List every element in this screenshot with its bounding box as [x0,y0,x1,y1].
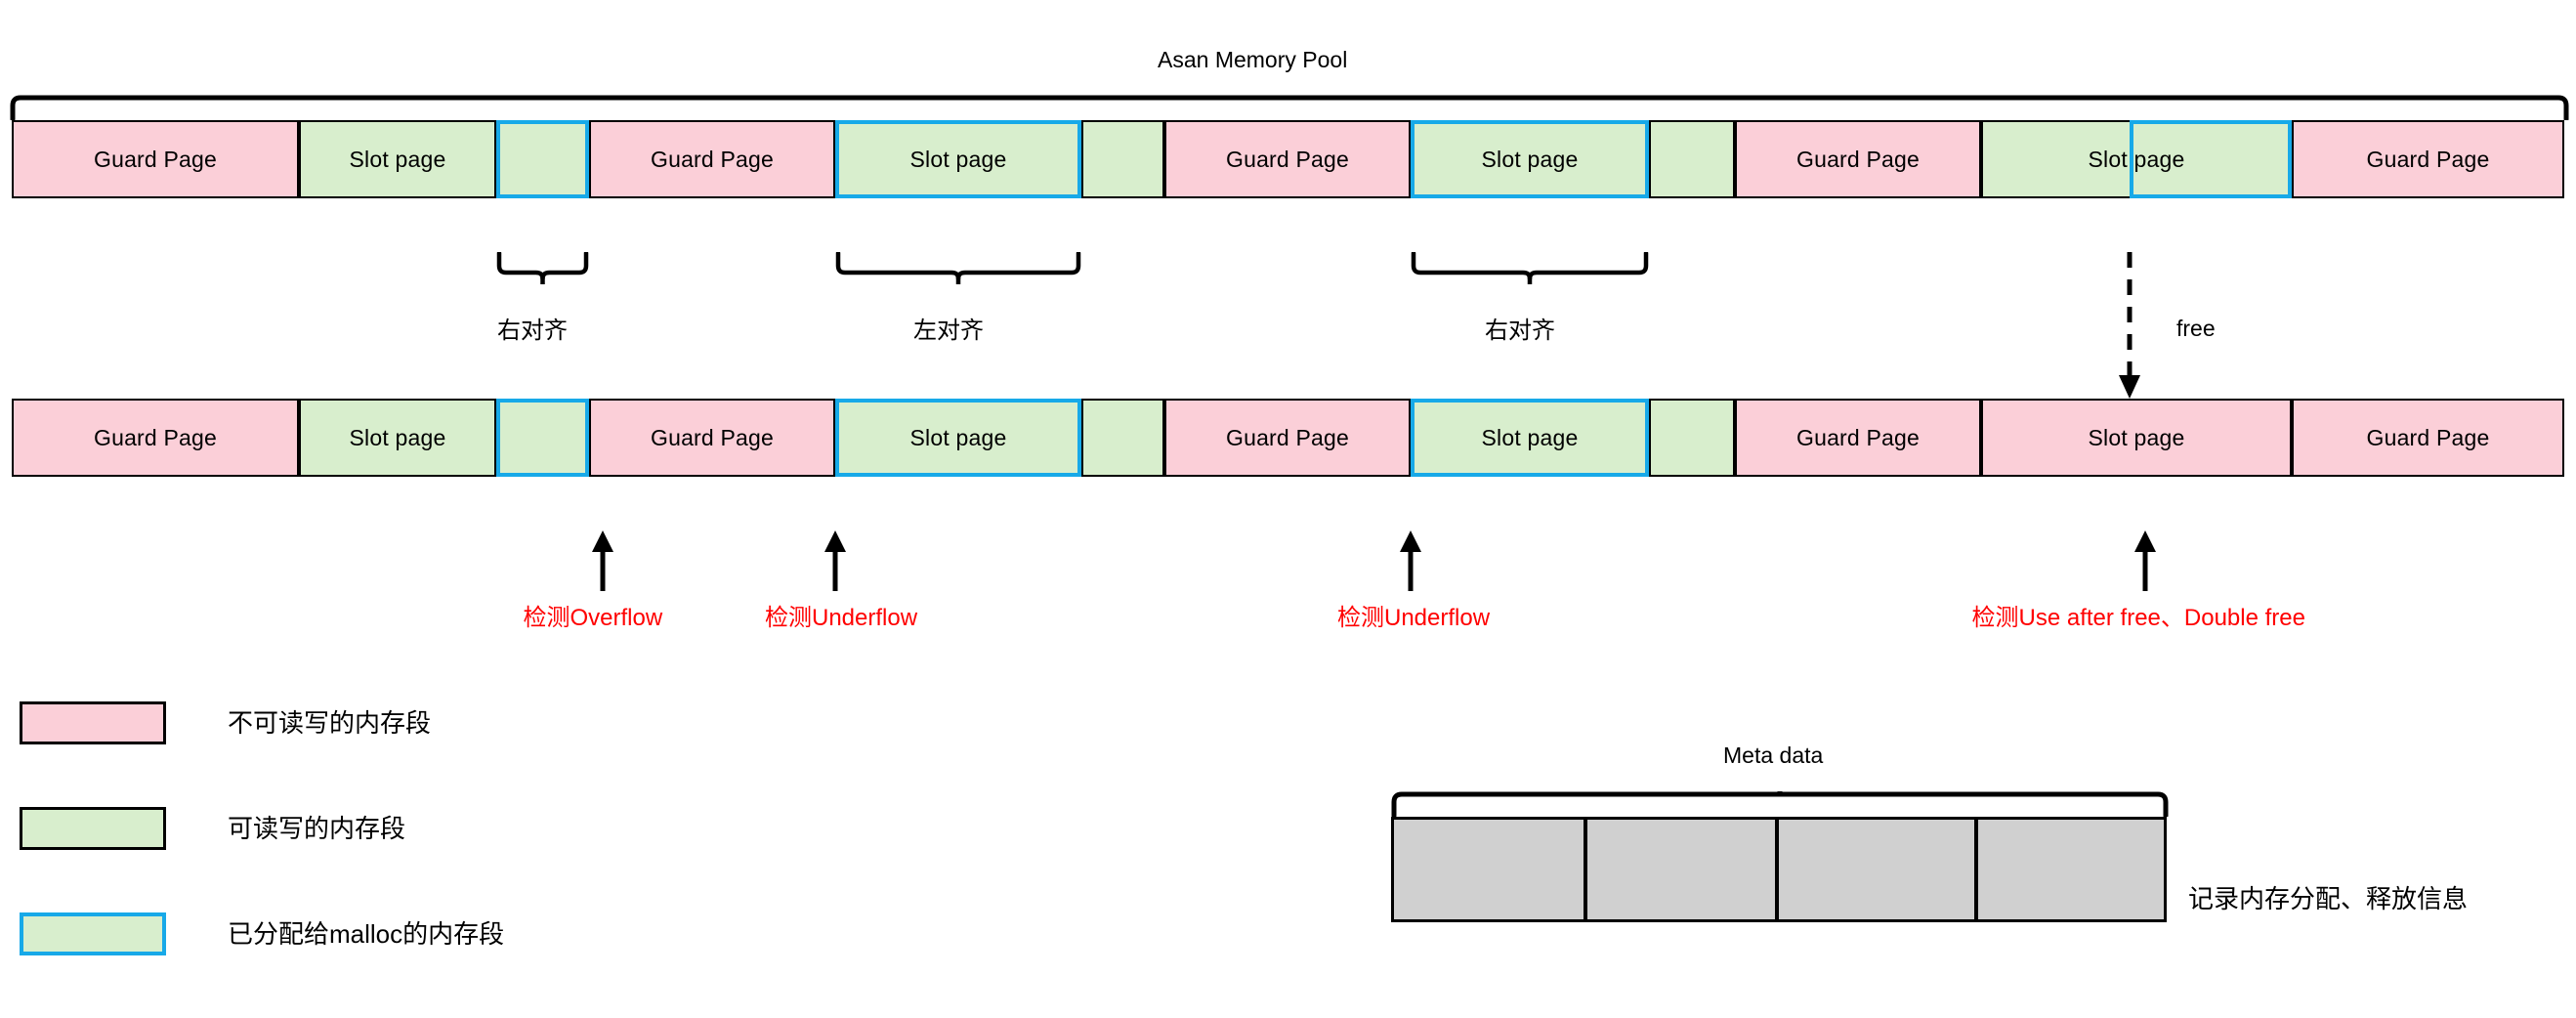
align-label-left-1-bracket [835,250,1081,290]
memory-cell-slot-unlabeled [1649,399,1735,477]
align-label-right-2: 右对齐 [1485,318,1555,344]
memory-cell-guard: Slot page [1981,399,2292,477]
align-label-left-1: 左对齐 [913,318,984,344]
meta-data-note: 记录内存分配、释放信息 [2188,884,2469,913]
memory-cell-slot: Slot page [835,399,1081,477]
memory-cell-label: Slot page [909,424,1007,450]
detect-overflow-label: 检测Overflow [523,605,663,631]
memory-cell-label: Slot page [349,146,446,172]
memory-cell-label: Slot page [1481,146,1579,172]
memory-cell-slot: Slot page [299,120,496,198]
memory-cell-slot: Slot page [1981,120,2292,198]
memory-cell-label: Slot page [2088,424,2185,450]
free-dashed-arrow [2116,252,2155,405]
legend-item-slot-swatch [20,807,166,850]
detect-underflow-2-label: 检测Underflow [1337,605,1491,631]
memory-cell-guard: Guard Page [1735,120,1981,198]
diagram-canvas: Asan Memory Pool Guard Page Slot page Guar… [0,0,2576,999]
memory-cell-label: Guard Page [2366,424,2490,450]
memory-cell-slot-unlabeled [496,399,589,477]
memory-cell-slot: Slot page [299,399,496,477]
memory-cell-slot: Slot page [1411,399,1649,477]
after-free-row: Guard Page Slot page Guard Page Slot page Gu… [0,399,2576,477]
memory-pool-bracket [10,95,2569,120]
legend-item-malloc-swatch [20,912,166,955]
align-label-right-1-bracket [496,250,589,290]
memory-cell-slot-unlabeled [1081,120,1164,198]
memory-cell-slot-unlabeled [1649,120,1735,198]
memory-cell-slot: Slot page [835,120,1081,198]
memory-cell-guard: Guard Page [1164,399,1411,477]
memory-cell-label: Slot page [2088,146,2185,172]
memory-cell-slot-unlabeled [1081,399,1164,477]
align-label-right-1: 右对齐 [497,318,568,344]
memory-cell-label: Guard Page [2366,146,2490,172]
meta-data-cell [1584,817,1778,922]
memory-cell-label: Guard Page [93,424,218,450]
detect-underflow-1-arrow [822,530,849,596]
memory-cell-slot-unlabeled [496,120,589,198]
memory-cell-label: Guard Page [650,146,775,172]
memory-cell-guard: Guard Page [1164,120,1411,198]
detect-use-after-free-label: 检测Use after free、Double free [1971,605,2305,631]
detect-overflow-arrow [589,530,616,596]
memory-cell-label: Slot page [909,146,1007,172]
memory-cell-label: Guard Page [1225,424,1350,450]
meta-data-cell [1776,817,1977,922]
memory-cell-guard: Guard Page [12,399,299,477]
align-label-right-2-bracket [1411,250,1649,290]
memory-cell-label: Guard Page [93,146,218,172]
memory-cell-slot: Slot page [1411,120,1649,198]
meta-data-cell [1975,817,2167,922]
page-title: Asan Memory Pool [1158,47,1348,72]
free-label: free [2176,316,2216,341]
memory-cell-label: Guard Page [650,424,775,450]
legend-item-guard-swatch [20,701,166,744]
memory-cell-guard: Guard Page [2292,120,2564,198]
memory-cell-label: Guard Page [1225,146,1350,172]
meta-data-title: Meta data [1723,742,1824,768]
legend-item-malloc-label: 已分配给malloc的内存段 [228,919,505,949]
meta-data-cell [1391,817,1586,922]
memory-cell-label: Slot page [349,424,446,450]
memory-cell-guard: Guard Page [589,120,835,198]
memory-cell-guard: Guard Page [589,399,835,477]
memory-cell-guard: Guard Page [1735,399,1981,477]
memory-cell-guard: Guard Page [2292,399,2564,477]
memory-cell-label: Guard Page [1795,146,1921,172]
legend-item-slot-label: 可读写的内存段 [228,814,406,843]
detect-underflow-1-label: 检测Underflow [765,605,918,631]
memory-cell-guard: Guard Page [12,120,299,198]
detect-underflow-2-arrow [1397,530,1424,596]
before-free-row: Guard Page Slot page Guard Page Slot page Gu… [0,120,2576,198]
memory-cell-label: Guard Page [1795,424,1921,450]
memory-cell-label: Slot page [1481,424,1579,450]
legend-item-guard-label: 不可读写的内存段 [228,708,432,738]
detect-use-after-free-arrow [2132,530,2159,596]
